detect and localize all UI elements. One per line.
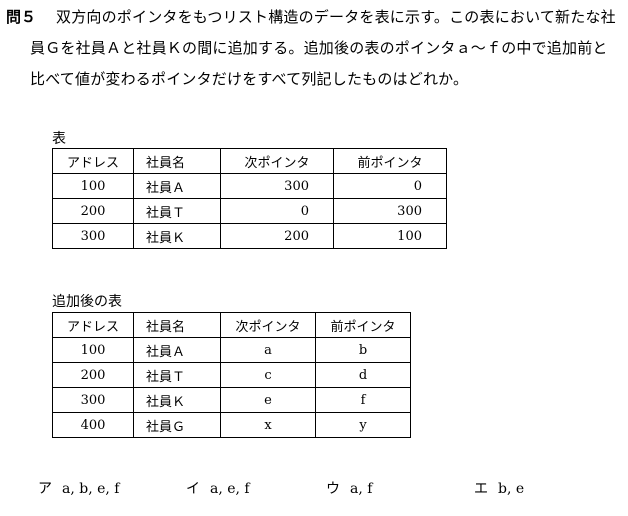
choice-mark: ウ [326,481,340,497]
table-header-row: アドレス 社員名 次ポインタ 前ポインタ [52,312,411,338]
choice-mark: イ [186,481,200,497]
table-row: 100 社員Ａ 300 0 [52,173,447,199]
answer-choice-i[interactable]: イ a, e, f [186,478,250,498]
cell-name: 社員Ｋ [133,223,221,249]
header-prev-pointer: 前ポインタ [333,148,447,174]
table-row: 200 社員Ｔ c d [52,362,411,388]
cell-name: 社員Ｔ [133,198,221,224]
header-name: 社員名 [133,148,221,174]
table-row: 100 社員Ａ a b [52,337,411,363]
question-text-line-3: 比べて値が変わるポインタだけをすべて列記したものはどれか。 [30,70,469,88]
cell-prev-pointer: y [315,412,411,438]
header-prev-pointer: 前ポインタ [315,312,411,338]
cell-next-pointer: c [220,362,316,388]
cell-name: 社員Ｇ [133,412,221,438]
table-before: アドレス 社員名 次ポインタ 前ポインタ 100 社員Ａ 300 0 200 社… [52,148,447,249]
cell-address: 100 [52,173,134,199]
choice-text: a, b, e, f [62,481,120,497]
cell-name: 社員Ｋ [133,387,221,413]
answer-choice-e[interactable]: エ b, e [474,478,524,498]
cell-name: 社員Ａ [133,173,221,199]
cell-next-pointer: 300 [220,173,334,199]
table-row: 300 社員Ｋ 200 100 [52,223,447,249]
header-next-pointer: 次ポインタ [220,148,334,174]
cell-address: 400 [52,412,134,438]
table-after: アドレス 社員名 次ポインタ 前ポインタ 100 社員Ａ a b 200 社員Ｔ… [52,312,411,438]
table-before-label: 表 [52,131,66,147]
cell-prev-pointer: f [315,387,411,413]
table-row: 300 社員Ｋ e f [52,387,411,413]
cell-prev-pointer: 300 [333,198,447,224]
cell-prev-pointer: 100 [333,223,447,249]
header-name: 社員名 [133,312,221,338]
choice-text: a, f [350,481,373,497]
choice-mark: エ [474,481,488,497]
cell-name: 社員Ｔ [133,362,221,388]
cell-next-pointer: a [220,337,316,363]
table-header-row: アドレス 社員名 次ポインタ 前ポインタ [52,148,447,174]
header-address: アドレス [52,312,134,338]
cell-address: 300 [52,387,134,413]
question-text-line-2: 員Ｇを社員Ａと社員Ｋの間に追加する。追加後の表のポインタａ～ｆの中で追加前と [30,39,608,57]
cell-next-pointer: e [220,387,316,413]
cell-address: 200 [52,362,134,388]
cell-prev-pointer: b [315,337,411,363]
cell-name: 社員Ａ [133,337,221,363]
header-address: アドレス [52,148,134,174]
cell-next-pointer: 0 [220,198,334,224]
choice-text: a, e, f [210,481,250,497]
cell-prev-pointer: 0 [333,173,447,199]
table-after-label: 追加後の表 [52,294,122,310]
answer-choice-a[interactable]: ア a, b, e, f [38,478,119,498]
answer-choice-u[interactable]: ウ a, f [326,478,372,498]
cell-next-pointer: x [220,412,316,438]
cell-address: 200 [52,198,134,224]
table-row: 200 社員Ｔ 0 300 [52,198,447,224]
question-text-line-1: 双方向のポインタをもつリスト構造のデータを表に示す。この表において新たな社 [56,8,616,26]
cell-address: 300 [52,223,134,249]
question-number: 問５ [6,8,37,26]
cell-next-pointer: 200 [220,223,334,249]
cell-prev-pointer: d [315,362,411,388]
choice-text: b, e [498,481,525,497]
choice-mark: ア [38,481,52,497]
cell-address: 100 [52,337,134,363]
header-next-pointer: 次ポインタ [220,312,316,338]
table-row: 400 社員Ｇ x y [52,412,411,438]
